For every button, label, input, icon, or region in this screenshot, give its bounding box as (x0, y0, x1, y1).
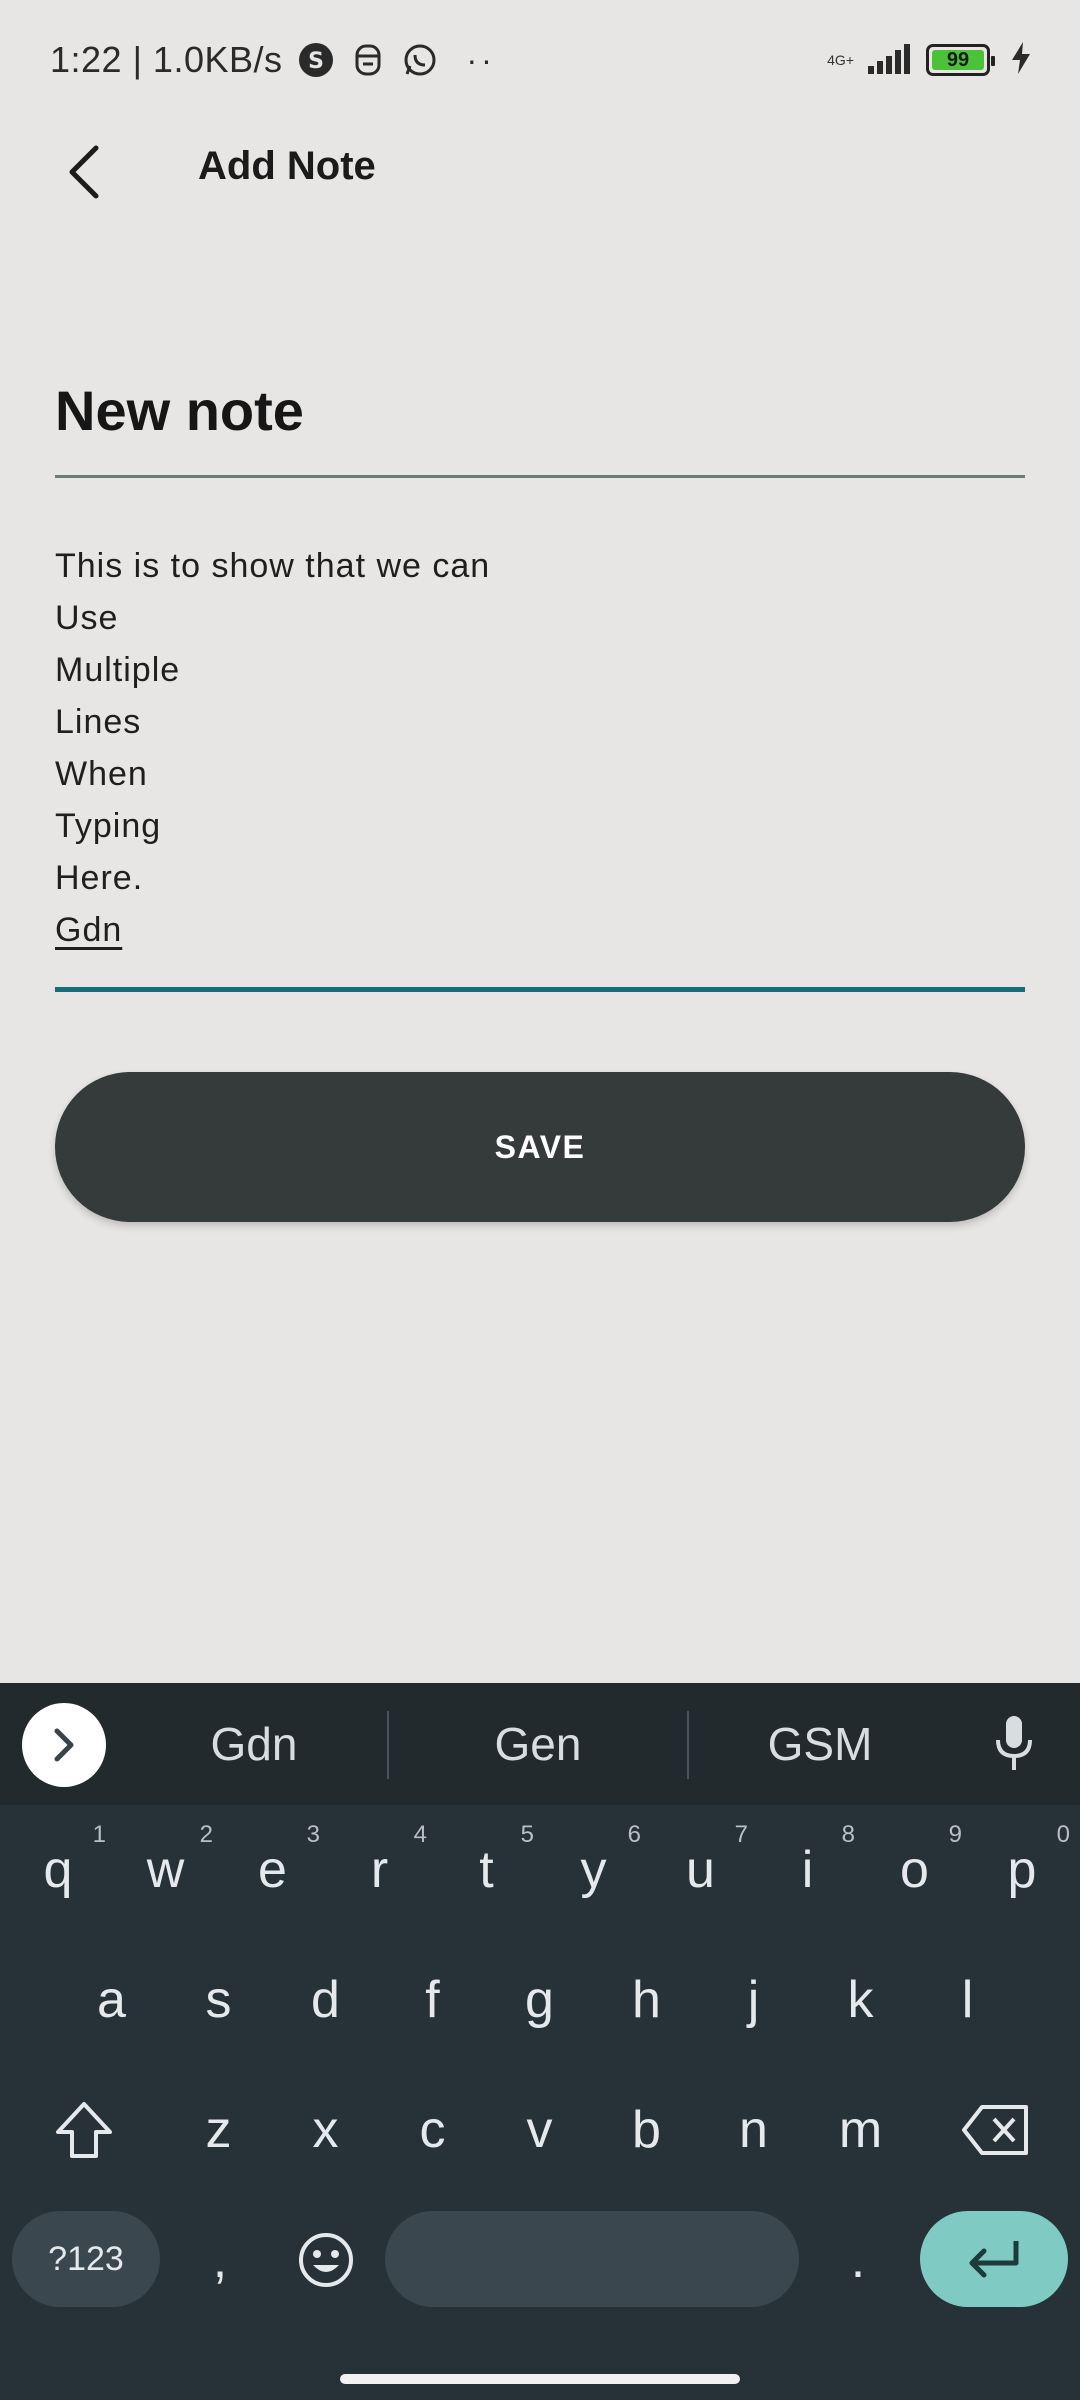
key-a[interactable]: a (58, 1945, 165, 2055)
save-button-label: SAVE (494, 1128, 586, 1165)
save-button[interactable]: SAVE (55, 1072, 1025, 1222)
key-v[interactable]: v (486, 2075, 593, 2185)
status-time-speed: 1:22 | 1.0KB/s (50, 39, 283, 80)
backspace-icon (962, 2105, 1028, 2155)
back-arrow-icon (69, 145, 99, 199)
suggestion-1[interactable]: Gdn (120, 1683, 388, 1805)
microphone-icon (996, 1716, 1032, 1770)
back-button[interactable] (44, 132, 124, 212)
period-key[interactable]: . (808, 2205, 908, 2315)
voice-input-button[interactable] (984, 1711, 1044, 1777)
body-line: Here. (55, 859, 144, 897)
key-g[interactable]: g (486, 1945, 593, 2055)
keyboard-row-4: ?123 , . (0, 2195, 1080, 2325)
key-o[interactable]: o9 (861, 1815, 968, 1925)
symbols-key[interactable]: ?123 (12, 2211, 160, 2307)
key-f[interactable]: f (379, 1945, 486, 2055)
status-bar: 1:22 | 1.0KB/s S ·· 4G+ 99 (0, 0, 1080, 120)
key-j[interactable]: j (700, 1945, 807, 2055)
signal-icon (866, 40, 914, 81)
note-title-value: New note (55, 379, 304, 442)
key-k[interactable]: k (807, 1945, 914, 2055)
shift-key[interactable] (14, 2075, 154, 2185)
charging-icon (1010, 41, 1032, 80)
emoji-icon (298, 2233, 353, 2287)
key-w[interactable]: w2 (112, 1815, 219, 1925)
key-i[interactable]: i8 (754, 1815, 861, 1925)
key-e[interactable]: e3 (219, 1815, 326, 1925)
key-y[interactable]: y6 (540, 1815, 647, 1925)
suggestion-2[interactable]: Gen (389, 1683, 687, 1805)
shift-icon (56, 2102, 112, 2158)
keyboard-expand-button[interactable] (22, 1703, 106, 1787)
note-title-field[interactable]: New note (55, 360, 1025, 478)
svg-text:S: S (308, 49, 324, 74)
body-line: Use (55, 599, 119, 637)
chevron-right-icon (54, 1728, 74, 1762)
keyboard-row-1: q1 w2 e3 r4 t5 y6 u7 i8 o9 p0 (0, 1805, 1080, 1935)
key-p[interactable]: p0 (968, 1815, 1076, 1925)
suggestion-3[interactable]: GSM (689, 1683, 951, 1805)
key-z[interactable]: z (165, 2075, 272, 2185)
body-line: Multiple (55, 651, 181, 689)
battery-level: 99 (932, 49, 984, 71)
body-line: When (55, 755, 148, 793)
comma-key[interactable]: , (170, 2205, 270, 2315)
key-t[interactable]: t5 (433, 1815, 540, 1925)
key-c[interactable]: c (379, 2075, 486, 2185)
backspace-key[interactable] (926, 2075, 1066, 2185)
suggestion-bar: Gdn Gen GSM (0, 1683, 1080, 1805)
key-n[interactable]: n (700, 2075, 807, 2185)
keyboard-row-2: a s d f g h j k l (0, 1935, 1080, 2065)
enter-arrow-icon (969, 2241, 1019, 2278)
page-title: Add Note (198, 144, 376, 188)
key-r[interactable]: r4 (326, 1815, 433, 1925)
battery-icon: 99 (926, 44, 995, 76)
soft-keyboard: Gdn Gen GSM q1 w2 e3 r4 t5 y6 u7 i8 o9 p… (0, 1683, 1080, 2400)
gesture-navigation-handle[interactable] (340, 2374, 740, 2384)
app-notification-icon (349, 41, 387, 79)
key-l[interactable]: l (914, 1945, 1021, 2055)
space-bar[interactable] (385, 2211, 799, 2307)
network-type-label: 4G+ (827, 52, 854, 68)
key-m[interactable]: m (807, 2075, 914, 2185)
keyboard-row-3: z x c v b n m (0, 2065, 1080, 2195)
app-s-icon: S (297, 41, 335, 79)
body-line: This is to show that we can (55, 547, 491, 585)
key-d[interactable]: d (272, 1945, 379, 2055)
key-b[interactable]: b (593, 2075, 700, 2185)
key-x[interactable]: x (272, 2075, 379, 2185)
app-bar: Add Note (0, 120, 1080, 220)
body-line: Lines (55, 703, 142, 741)
emoji-key[interactable] (272, 2205, 379, 2315)
key-h[interactable]: h (593, 1945, 700, 2055)
note-body-field[interactable]: This is to show that we can Use Multiple… (55, 540, 1025, 992)
body-line-composing: Gdn (55, 911, 123, 949)
enter-key[interactable] (920, 2211, 1068, 2307)
key-u[interactable]: u7 (647, 1815, 754, 1925)
whatsapp-icon (401, 41, 439, 79)
key-s[interactable]: s (165, 1945, 272, 2055)
more-notifications-icon: ·· (466, 41, 496, 78)
key-q[interactable]: q1 (4, 1815, 112, 1925)
body-line: Typing (55, 807, 162, 845)
